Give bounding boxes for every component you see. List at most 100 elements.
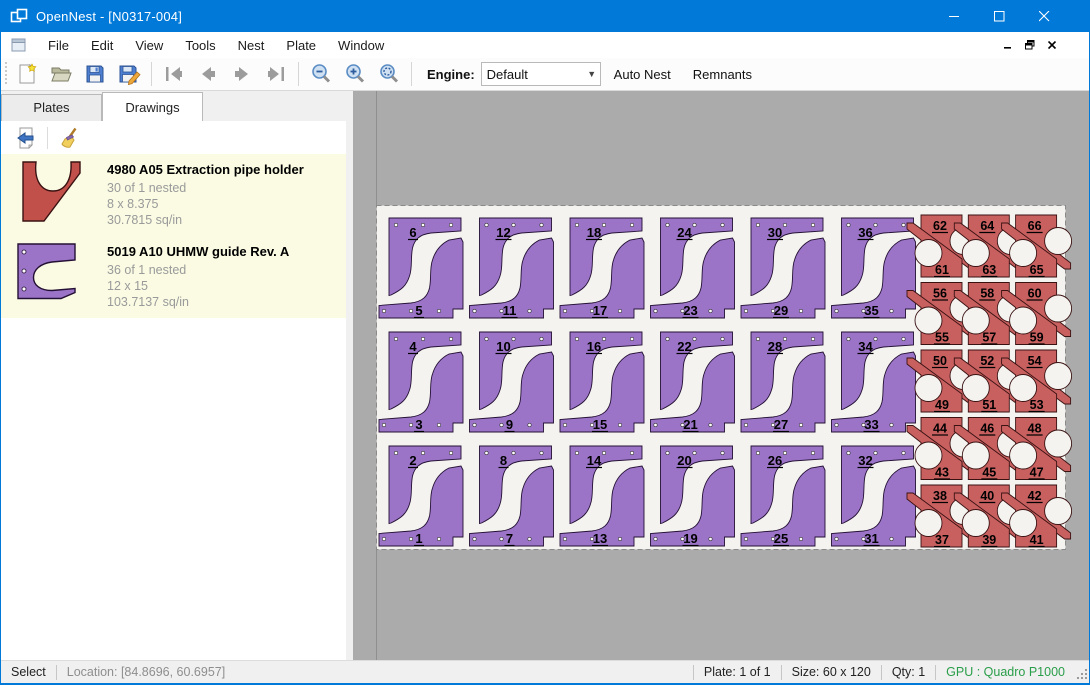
svg-text:18: 18 (587, 225, 601, 240)
opennest-window: OpenNest - [N0317-004] File Edit View To… (0, 0, 1090, 685)
drawing-list-item[interactable]: 4980 A05 Extraction pipe holder30 of 1 n… (1, 154, 346, 236)
svg-text:12: 12 (496, 225, 510, 240)
import-drawing-button[interactable] (11, 124, 41, 152)
mdi-restore-button[interactable] (1019, 35, 1041, 55)
previous-plate-button[interactable] (191, 60, 225, 88)
save-as-button[interactable] (112, 60, 146, 88)
svg-text:6: 6 (409, 225, 416, 240)
svg-text:4: 4 (409, 339, 417, 354)
toolbar-grip[interactable] (3, 62, 10, 86)
drawing-area: 30.7815 sq/in (107, 212, 338, 228)
drawing-area: 103.7137 sq/in (107, 294, 338, 310)
last-plate-button[interactable] (259, 60, 293, 88)
svg-text:32: 32 (858, 453, 872, 468)
svg-text:64: 64 (980, 219, 994, 233)
panel-tabstrip: Plates Drawings (1, 91, 346, 121)
svg-text:50: 50 (933, 354, 947, 368)
first-plate-button[interactable] (157, 60, 191, 88)
status-plate: Plate: 1 of 1 (694, 665, 781, 679)
drawing-list-item[interactable]: 5019 A10 UHMW guide Rev. A36 of 1 nested… (1, 236, 346, 318)
zoom-in-icon (343, 62, 367, 86)
svg-text:17: 17 (593, 303, 607, 318)
svg-text:35: 35 (864, 303, 878, 318)
svg-text:52: 52 (980, 354, 994, 368)
remnants-button[interactable]: Remnants (684, 62, 761, 87)
first-plate-icon (162, 62, 186, 86)
close-button[interactable] (1022, 0, 1067, 32)
svg-text:21: 21 (683, 417, 697, 432)
clear-drawings-icon (57, 126, 81, 150)
tab-plates[interactable]: Plates (1, 94, 102, 121)
resize-grip[interactable] (1075, 661, 1089, 683)
svg-text:11: 11 (503, 303, 517, 318)
new-file-icon (15, 62, 39, 86)
svg-text:51: 51 (982, 398, 996, 412)
menu-plate[interactable]: Plate (275, 34, 327, 57)
next-plate-icon (230, 62, 254, 86)
auto-nest-button[interactable]: Auto Nest (605, 62, 680, 87)
svg-text:23: 23 (683, 303, 697, 318)
svg-text:42: 42 (1028, 489, 1042, 503)
zoom-out-button[interactable] (304, 60, 338, 88)
zoom-fit-button[interactable] (372, 60, 406, 88)
svg-text:49: 49 (935, 398, 949, 412)
drawing-nested-count: 30 of 1 nested (107, 180, 338, 196)
engine-value: Default (482, 67, 584, 82)
svg-text:40: 40 (980, 489, 994, 503)
zoom-in-button[interactable] (338, 60, 372, 88)
mdi-close-button[interactable] (1041, 35, 1063, 55)
svg-text:33: 33 (864, 417, 878, 432)
svg-text:59: 59 (1030, 331, 1044, 345)
svg-text:44: 44 (933, 422, 947, 436)
svg-text:7: 7 (506, 531, 513, 546)
previous-plate-icon (196, 62, 220, 86)
svg-text:8: 8 (500, 453, 507, 468)
menu-edit[interactable]: Edit (80, 34, 124, 57)
svg-text:47: 47 (1030, 466, 1044, 480)
svg-text:3: 3 (415, 417, 422, 432)
clear-drawings-button[interactable] (54, 124, 84, 152)
maximize-button[interactable] (977, 0, 1022, 32)
save-as-icon (117, 62, 141, 86)
svg-text:43: 43 (935, 466, 949, 480)
next-plate-button[interactable] (225, 60, 259, 88)
mdi-minimize-button[interactable] (997, 35, 1019, 55)
mdi-system-icon[interactable] (11, 38, 27, 52)
window-title: OpenNest - [N0317-004] (36, 9, 182, 24)
status-size: Size: 60 x 120 (782, 665, 881, 679)
tab-drawings[interactable]: Drawings (102, 92, 203, 121)
status-location: Location: [84.8696, 60.6957] (57, 665, 235, 679)
drawing-size: 8 x 8.375 (107, 196, 338, 212)
svg-text:63: 63 (982, 263, 996, 277)
svg-text:1: 1 (415, 531, 422, 546)
svg-text:54: 54 (1028, 354, 1042, 368)
status-bar: Select Location: [84.8696, 60.6957] Plat… (1, 660, 1089, 683)
status-qty: Qty: 1 (882, 665, 935, 679)
menu-file[interactable]: File (37, 34, 80, 57)
side-panel: Plates Drawings (1, 91, 353, 660)
zoom-fit-icon (377, 62, 401, 86)
menu-tools[interactable]: Tools (174, 34, 226, 57)
nest-canvas[interactable]: 6512111817242330293635431091615222128273… (353, 91, 1089, 660)
new-file-button[interactable] (10, 60, 44, 88)
open-file-button[interactable] (44, 60, 78, 88)
svg-text:37: 37 (935, 533, 949, 547)
drawing-nested-count: 36 of 1 nested (107, 262, 338, 278)
menu-window[interactable]: Window (327, 34, 395, 57)
drawings-list: 4980 A05 Extraction pipe holder30 of 1 n… (1, 154, 346, 660)
engine-select[interactable]: Default ▼ (481, 62, 601, 86)
menu-nest[interactable]: Nest (227, 34, 276, 57)
svg-text:66: 66 (1028, 219, 1042, 233)
save-button[interactable] (78, 60, 112, 88)
svg-text:34: 34 (858, 339, 873, 354)
svg-text:15: 15 (593, 417, 607, 432)
menu-view[interactable]: View (124, 34, 174, 57)
plate-view[interactable]: 6512111817242330293635431091615222128273… (353, 91, 1090, 660)
svg-text:19: 19 (683, 531, 697, 546)
svg-text:14: 14 (587, 453, 602, 468)
title-bar: OpenNest - [N0317-004] (1, 0, 1089, 32)
import-drawing-icon (14, 126, 38, 150)
minimize-button[interactable] (932, 0, 977, 32)
svg-text:5: 5 (415, 303, 422, 318)
svg-text:57: 57 (982, 331, 996, 345)
